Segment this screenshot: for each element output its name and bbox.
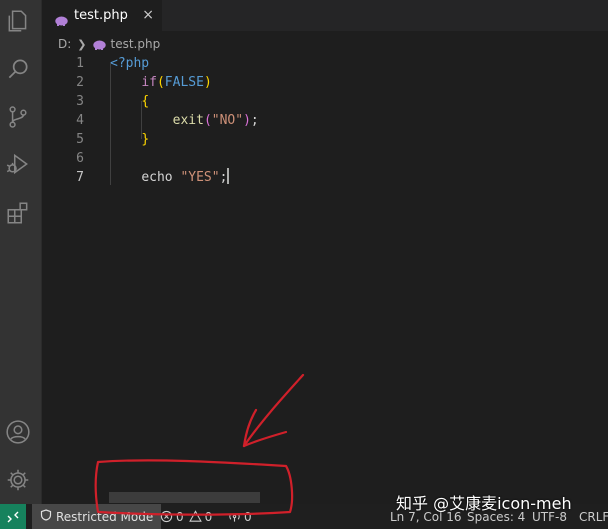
code-line[interactable]: 3 { xyxy=(42,92,608,111)
semicolon: ; xyxy=(250,113,259,128)
paren: ) xyxy=(243,113,251,128)
string-literal: "NO" xyxy=(211,113,244,128)
chevron-right-icon: ❯ xyxy=(77,37,87,51)
ports-indicator[interactable]: 0 xyxy=(228,504,252,529)
line-number: 4 xyxy=(76,113,84,128)
echo-keyword: echo xyxy=(141,170,173,185)
error-count: 0 xyxy=(176,509,184,524)
error-icon xyxy=(160,510,173,523)
semicolon: ; xyxy=(219,170,228,185)
breadcrumb-file[interactable]: test.php xyxy=(111,37,161,51)
false-constant: FALSE xyxy=(164,75,204,90)
line-number: 1 xyxy=(76,56,84,71)
tab-test-php[interactable]: test.php × xyxy=(42,0,163,31)
code-line[interactable]: 7 echo "YES"; xyxy=(42,168,608,187)
code-line[interactable]: 2 if(FALSE) xyxy=(42,73,608,92)
shield-icon xyxy=(40,509,52,524)
run-debug-icon[interactable] xyxy=(5,151,31,177)
extensions-icon[interactable] xyxy=(5,200,31,226)
php-elephant-icon xyxy=(92,39,106,50)
exit-function: exit xyxy=(172,113,204,128)
account-icon[interactable] xyxy=(5,419,31,445)
files-icon[interactable] xyxy=(5,8,31,34)
breadcrumb-drive[interactable]: D: xyxy=(58,37,71,51)
problems-indicator[interactable]: 0 0 xyxy=(160,504,212,529)
code-editor[interactable]: 1 <?php 2 if(FALSE) 3 { 4 exit("NO"); 5 … xyxy=(42,54,608,474)
ports-icon xyxy=(229,513,240,522)
restricted-mode-label: Restricted Mode xyxy=(56,509,154,524)
code-line[interactable]: 4 exit("NO"); xyxy=(42,111,608,130)
php-elephant-icon xyxy=(55,11,68,26)
php-open-tag: <?php xyxy=(110,56,150,71)
remote-icon[interactable] xyxy=(0,504,26,529)
search-icon[interactable] xyxy=(5,56,31,82)
restricted-mode-indicator[interactable]: Restricted Mode xyxy=(32,504,162,529)
code-line[interactable]: 1 <?php xyxy=(42,54,608,73)
warning-icon xyxy=(188,510,202,522)
warning-count: 0 xyxy=(204,509,213,524)
end-of-line[interactable]: CRLF xyxy=(579,504,608,529)
string-literal: "YES" xyxy=(180,170,220,185)
paren: ( xyxy=(203,113,212,128)
line-number: 5 xyxy=(76,132,84,147)
close-icon[interactable]: × xyxy=(142,7,154,23)
brace: { xyxy=(141,94,150,109)
code-line[interactable]: 5 } xyxy=(42,130,608,149)
line-number: 6 xyxy=(76,151,84,166)
panel-strip xyxy=(109,492,260,503)
settings-gear-icon[interactable] xyxy=(5,467,31,493)
line-number: 2 xyxy=(76,75,84,90)
indent-guide xyxy=(141,101,142,139)
activity-bar xyxy=(0,0,42,504)
indent-guide xyxy=(110,63,111,185)
tab-bar: test.php × xyxy=(42,0,608,31)
line-number: 7 xyxy=(76,170,84,185)
paren: ( xyxy=(156,75,165,90)
tab-label: test.php xyxy=(74,8,128,23)
line-number: 3 xyxy=(76,94,84,109)
paren: ) xyxy=(203,75,212,90)
if-keyword: if xyxy=(141,75,157,90)
ports-count: 0 xyxy=(244,509,252,524)
watermark: 知乎 @艾康麦icon-meh xyxy=(396,494,572,513)
code-line[interactable]: 6 xyxy=(42,149,608,168)
brace: } xyxy=(141,132,150,147)
source-control-icon[interactable] xyxy=(5,104,31,130)
text-cursor xyxy=(227,168,230,184)
breadcrumb: D: ❯ test.php xyxy=(58,35,160,53)
